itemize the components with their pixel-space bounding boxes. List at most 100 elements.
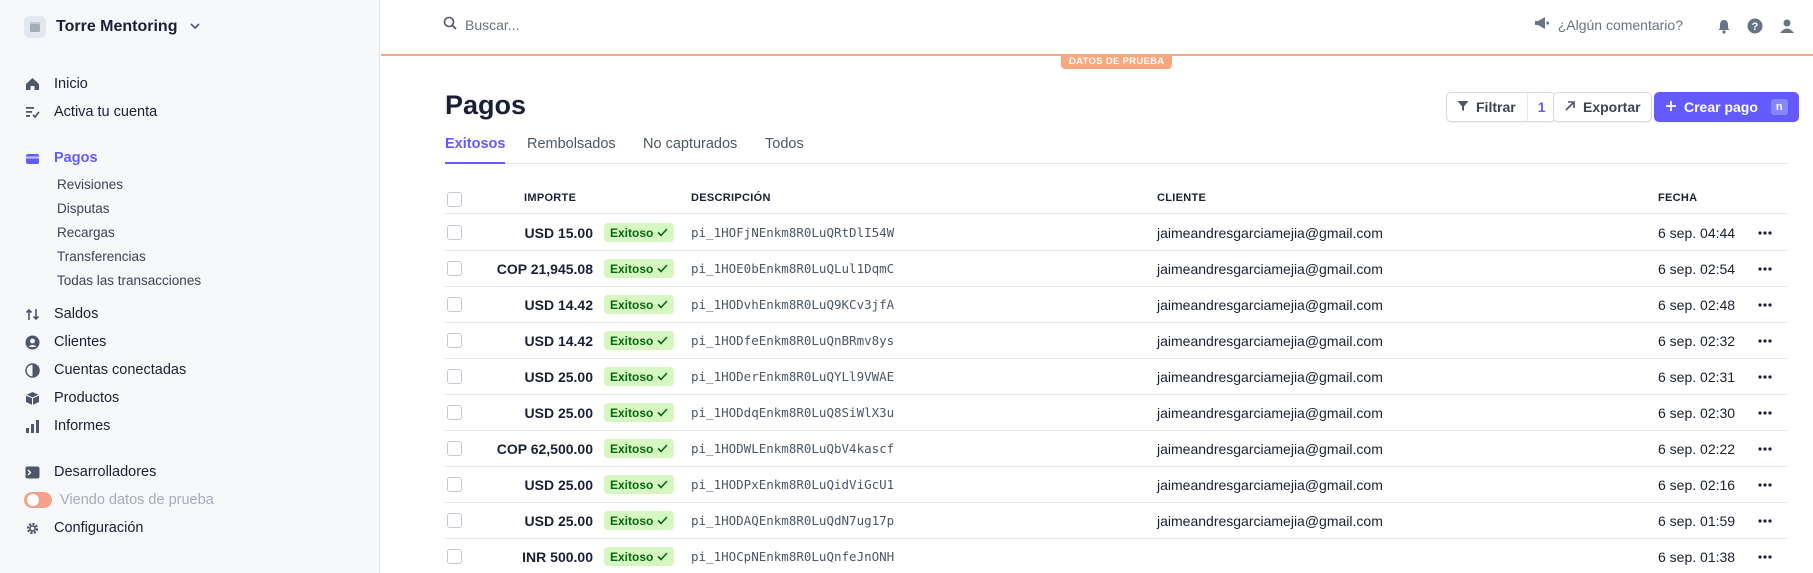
row-checkbox[interactable] bbox=[447, 503, 462, 538]
table-row[interactable]: INR 500.00 Exitoso pi_1HOCpNEnkm8R0LuQnfeJ… bbox=[445, 539, 1787, 573]
payment-date: 6 sep. 02:32 bbox=[1658, 332, 1736, 349]
sidebar-item-cuentas-conectadas[interactable]: Cuentas conectadas bbox=[24, 359, 186, 381]
customer-email[interactable]: jaimeandresgarciamejia@gmail.com bbox=[1157, 359, 1383, 394]
feedback-button[interactable]: ¿Algún comentario? bbox=[1534, 16, 1683, 33]
search-input[interactable]: Buscar... bbox=[443, 16, 519, 33]
table-row[interactable]: USD 25.00 Exitoso pi_1HODPxEnkm8R0LuQidViG… bbox=[445, 467, 1787, 503]
column-header-amount[interactable]: IMPORTE bbox=[524, 192, 576, 204]
table-row[interactable]: COP 21,945.08 Exitoso pi_1HOE0bEnkm8R0LuQL… bbox=[445, 251, 1787, 287]
sidebar-item-activa-tu-cuenta[interactable]: Activa tu cuenta bbox=[24, 101, 157, 123]
sidebar-item-pagos[interactable]: Pagos bbox=[24, 147, 98, 169]
more-actions-icon[interactable] bbox=[1758, 215, 1772, 250]
sidebar-item-label: Productos bbox=[54, 390, 120, 406]
customer-email[interactable]: jaimeandresgarciamejia@gmail.com bbox=[1157, 323, 1383, 358]
payment-date: 6 sep. 01:38 bbox=[1658, 548, 1736, 565]
sidebar-subitem-recargas[interactable]: Recargas bbox=[57, 222, 115, 242]
row-checkbox[interactable] bbox=[447, 215, 462, 250]
table-row[interactable]: USD 14.42 Exitoso pi_1HODvhEnkm8R0LuQ9KCv3… bbox=[445, 287, 1787, 323]
sidebar-item-viendo-datos-de-prueba[interactable]: Viendo datos de prueba bbox=[24, 489, 214, 511]
payment-date: 6 sep. 02:31 bbox=[1658, 368, 1736, 385]
table-row[interactable]: USD 25.00 Exitoso pi_1HODdqEnkm8R0LuQ8SiWl… bbox=[445, 395, 1787, 431]
payment-description[interactable]: pi_1HODPxEnkm8R0LuQidViGcU1 bbox=[691, 467, 894, 502]
payment-description[interactable]: pi_1HODdqEnkm8R0LuQ8SiWlX3u bbox=[691, 395, 894, 430]
filter-button[interactable]: Filtrar 1 bbox=[1446, 92, 1557, 122]
more-actions-icon[interactable] bbox=[1758, 431, 1772, 466]
box-icon bbox=[24, 390, 40, 406]
more-actions-icon[interactable] bbox=[1758, 287, 1772, 322]
payment-description[interactable]: pi_1HOFjNEnkm8R0LuQRtDlI54W bbox=[691, 215, 894, 250]
payment-description[interactable]: pi_1HODAQEnkm8R0LuQdN7ug17p bbox=[691, 503, 894, 538]
user-icon[interactable] bbox=[1778, 17, 1796, 35]
more-actions-icon[interactable] bbox=[1758, 359, 1772, 394]
tab-todos[interactable]: Todos bbox=[765, 136, 804, 164]
payment-description[interactable]: pi_1HODerEnkm8R0LuQYLl9VWAE bbox=[691, 359, 894, 394]
row-checkbox[interactable] bbox=[447, 251, 462, 286]
row-checkbox[interactable] bbox=[447, 395, 462, 430]
sidebar-item-clientes[interactable]: Clientes bbox=[24, 331, 106, 353]
sidebar-item-productos[interactable]: Productos bbox=[24, 387, 119, 409]
sidebar-subitem-transferencias[interactable]: Transferencias bbox=[57, 246, 146, 266]
column-header-description[interactable]: DESCRIPCIÓN bbox=[691, 192, 771, 204]
column-header-customer[interactable]: CLIENTE bbox=[1157, 192, 1206, 204]
filter-icon bbox=[1457, 99, 1469, 115]
payment-description[interactable]: pi_1HOE0bEnkm8R0LuQLul1DqmC bbox=[691, 251, 894, 286]
payment-date: 6 sep. 02:48 bbox=[1658, 296, 1736, 313]
more-actions-icon[interactable] bbox=[1758, 323, 1772, 358]
tab-no-capturados[interactable]: No capturados bbox=[643, 136, 737, 164]
select-all-checkbox[interactable] bbox=[447, 184, 462, 214]
account-switcher[interactable]: Torre Mentoring bbox=[24, 14, 201, 40]
customer-email[interactable]: jaimeandresgarciamejia@gmail.com bbox=[1157, 287, 1383, 322]
payment-description[interactable]: pi_1HODvhEnkm8R0LuQ9KCv3jfA bbox=[691, 287, 894, 322]
row-checkbox[interactable] bbox=[447, 431, 462, 466]
customer-email[interactable]: jaimeandresgarciamejia@gmail.com bbox=[1157, 251, 1383, 286]
customer-email[interactable]: jaimeandresgarciamejia@gmail.com bbox=[1157, 395, 1383, 430]
more-actions-icon[interactable] bbox=[1758, 503, 1772, 538]
more-actions-icon[interactable] bbox=[1758, 395, 1772, 430]
create-payment-button[interactable]: Crear pago n bbox=[1654, 92, 1799, 122]
table-row[interactable]: USD 15.00 Exitoso pi_1HOFjNEnkm8R0LuQRtDlI… bbox=[445, 215, 1787, 251]
sidebar-item-desarrolladores[interactable]: Desarrolladores bbox=[24, 461, 156, 483]
payment-description[interactable]: pi_1HOCpNEnkm8R0LuQnfeJnONH bbox=[691, 539, 894, 573]
payment-description[interactable]: pi_1HODWLEnkm8R0LuQbV4kascf bbox=[691, 431, 894, 466]
more-actions-icon[interactable] bbox=[1758, 251, 1772, 286]
table-row[interactable]: USD 25.00 Exitoso pi_1HODAQEnkm8R0LuQdN7ug… bbox=[445, 503, 1787, 539]
sidebar-item-label: Cuentas conectadas bbox=[54, 362, 187, 378]
plus-icon bbox=[1665, 99, 1677, 115]
payment-amount: USD 14.42 bbox=[524, 296, 593, 313]
row-checkbox[interactable] bbox=[447, 539, 462, 573]
sidebar-item-configuracion[interactable]: Configuración bbox=[24, 517, 143, 539]
customer-email[interactable]: jaimeandresgarciamejia@gmail.com bbox=[1157, 431, 1383, 466]
export-button[interactable]: Exportar bbox=[1553, 92, 1652, 122]
customer-email[interactable]: jaimeandresgarciamejia@gmail.com bbox=[1157, 467, 1383, 502]
more-actions-icon[interactable] bbox=[1758, 539, 1772, 573]
status-label: Exitoso bbox=[610, 513, 654, 528]
tab-rembolsados[interactable]: Rembolsados bbox=[527, 136, 616, 164]
row-checkbox[interactable] bbox=[447, 287, 462, 322]
sidebar-item-label: Inicio bbox=[54, 76, 88, 92]
column-header-date[interactable]: FECHA bbox=[1658, 192, 1697, 204]
more-actions-icon[interactable] bbox=[1758, 467, 1772, 502]
bell-icon[interactable] bbox=[1715, 17, 1733, 35]
table-row[interactable]: USD 25.00 Exitoso pi_1HODerEnkm8R0LuQYLl9V… bbox=[445, 359, 1787, 395]
sidebar-subitem-revisiones[interactable]: Revisiones bbox=[57, 174, 123, 194]
check-icon bbox=[657, 480, 668, 489]
row-checkbox[interactable] bbox=[447, 467, 462, 502]
payment-amount: USD 25.00 bbox=[524, 404, 593, 421]
table-row[interactable]: COP 62,500.00 Exitoso pi_1HODWLEnkm8R0LuQb… bbox=[445, 431, 1787, 467]
sidebar-subitem-todas-las-transacciones[interactable]: Todas las transacciones bbox=[57, 270, 201, 290]
sidebar-item-informes[interactable]: Informes bbox=[24, 415, 110, 437]
sidebar-item-saldos[interactable]: Saldos bbox=[24, 303, 98, 325]
row-checkbox[interactable] bbox=[447, 323, 462, 358]
test-mode-toggle[interactable] bbox=[24, 492, 52, 508]
customer-email[interactable]: jaimeandresgarciamejia@gmail.com bbox=[1157, 503, 1383, 538]
customer-email[interactable]: jaimeandresgarciamejia@gmail.com bbox=[1157, 215, 1383, 250]
payment-description[interactable]: pi_1HODfeEnkm8R0LuQnBRmv8ys bbox=[691, 323, 894, 358]
payment-amount: COP 62,500.00 bbox=[496, 440, 593, 457]
sidebar-item-inicio[interactable]: Inicio bbox=[24, 73, 88, 95]
table-row[interactable]: USD 14.42 Exitoso pi_1HODfeEnkm8R0LuQnBRmv… bbox=[445, 323, 1787, 359]
help-icon[interactable]: ? bbox=[1746, 17, 1764, 35]
sidebar-subitem-disputas[interactable]: Disputas bbox=[57, 198, 110, 218]
check-icon bbox=[657, 408, 668, 417]
row-checkbox[interactable] bbox=[447, 359, 462, 394]
tab-exitosos[interactable]: Exitosos bbox=[445, 136, 506, 164]
